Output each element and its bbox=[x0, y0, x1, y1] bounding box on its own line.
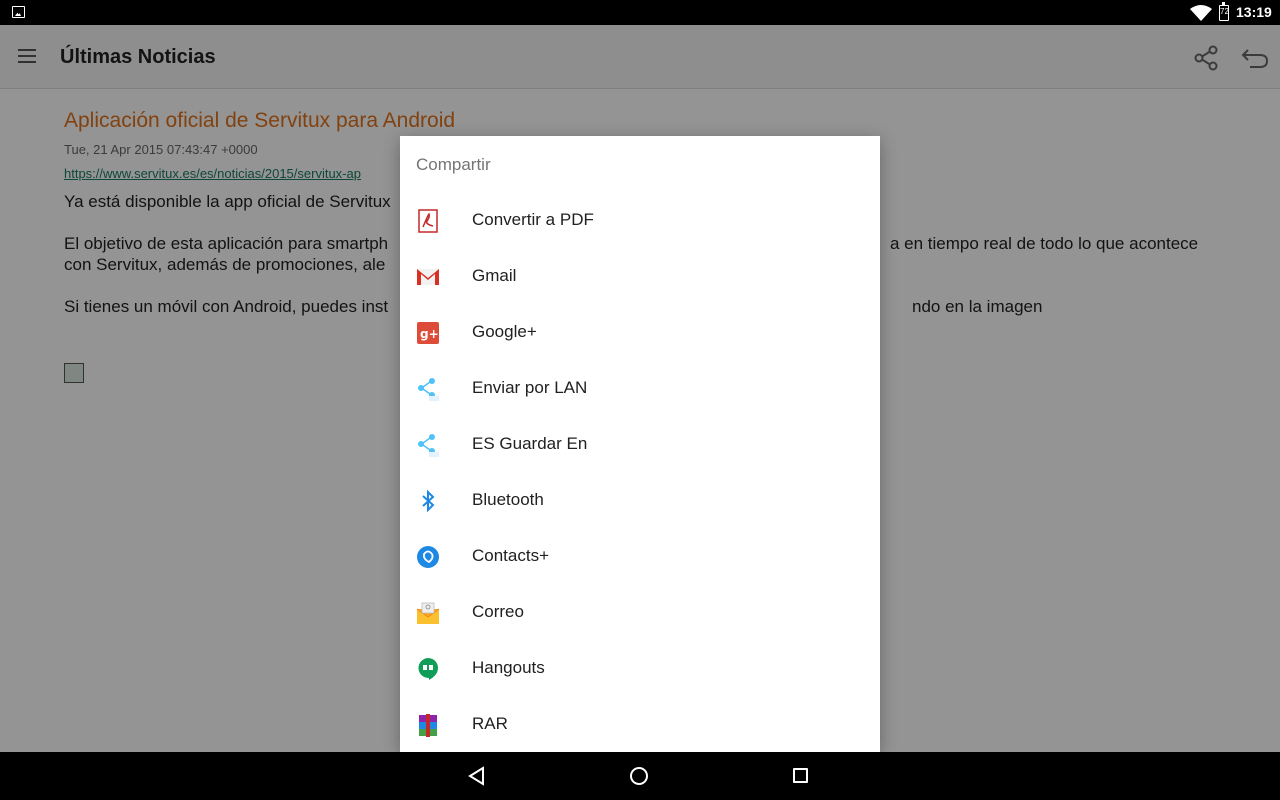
share-item-lan[interactable]: Enviar por LAN bbox=[400, 361, 880, 417]
es-share-icon bbox=[418, 378, 439, 401]
share-item-label: Bluetooth bbox=[472, 490, 544, 509]
share-item-google-plus[interactable]: g+ Google+ bbox=[400, 305, 880, 361]
contacts-plus-icon bbox=[417, 546, 439, 568]
share-item-label: Google+ bbox=[472, 322, 537, 341]
svg-text:g+: g+ bbox=[420, 327, 439, 341]
gallery-notification-icon bbox=[12, 6, 25, 18]
share-item-contacts-plus[interactable]: Contacts+ bbox=[400, 529, 880, 585]
pdf-icon bbox=[418, 209, 438, 233]
rar-icon bbox=[419, 714, 437, 737]
bluetooth-icon bbox=[422, 489, 435, 513]
share-item-bluetooth[interactable]: Bluetooth bbox=[400, 473, 880, 529]
battery-level: 72 bbox=[1220, 7, 1229, 16]
navigation-bar bbox=[0, 752, 1280, 800]
mail-icon bbox=[416, 602, 440, 624]
share-item-es-save[interactable]: ES Guardar En bbox=[400, 417, 880, 473]
share-item-label: ES Guardar En bbox=[472, 434, 588, 453]
status-clock: 13:19 bbox=[1236, 4, 1272, 20]
share-item-label: Convertir a PDF bbox=[472, 210, 594, 229]
share-item-pdf[interactable]: Convertir a PDF bbox=[400, 193, 880, 249]
share-item-label: Correo bbox=[472, 602, 524, 621]
share-item-rar[interactable]: RAR bbox=[400, 697, 880, 752]
share-target-list: Convertir a PDF Gmail g+ Google+ Enviar … bbox=[400, 193, 880, 752]
es-share-icon bbox=[418, 434, 439, 457]
nav-home-icon[interactable] bbox=[630, 767, 648, 785]
share-item-correo[interactable]: Correo bbox=[400, 585, 880, 641]
share-item-hangouts[interactable]: Hangouts bbox=[400, 641, 880, 697]
share-item-gmail[interactable]: Gmail bbox=[400, 249, 880, 305]
share-item-label: Enviar por LAN bbox=[472, 378, 588, 397]
dialog-title: Compartir bbox=[416, 155, 491, 174]
gmail-icon bbox=[417, 269, 439, 285]
share-item-label: Gmail bbox=[472, 266, 517, 285]
share-item-label: RAR bbox=[472, 714, 508, 733]
share-dialog: Compartir Convertir a PDF Gmail g+ Googl… bbox=[400, 136, 880, 752]
google-plus-icon: g+ bbox=[417, 322, 439, 344]
nav-back-icon[interactable] bbox=[467, 766, 487, 786]
wifi-icon bbox=[1190, 5, 1212, 21]
share-item-label: Contacts+ bbox=[472, 546, 550, 565]
status-bar: 72 13:19 bbox=[0, 0, 1280, 25]
share-item-label: Hangouts bbox=[472, 658, 545, 677]
nav-recents-icon[interactable] bbox=[793, 768, 808, 783]
battery-icon: 72 bbox=[1219, 2, 1229, 21]
hangouts-icon bbox=[418, 658, 438, 680]
